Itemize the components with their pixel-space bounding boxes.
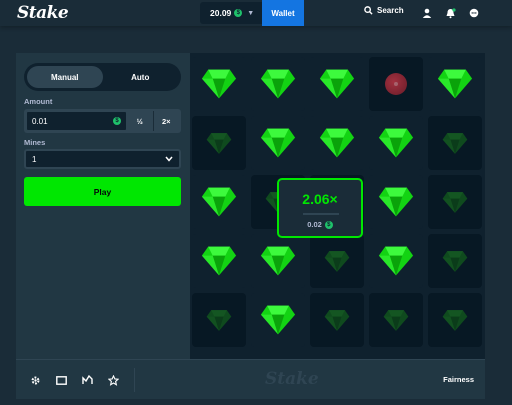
mine-tile[interactable] [428, 57, 482, 111]
star-icon[interactable] [106, 373, 120, 387]
mines-select[interactable]: 1 [24, 149, 181, 169]
gem-icon [442, 309, 468, 331]
theatre-icon[interactable] [54, 373, 68, 387]
gem-icon [260, 128, 296, 158]
mine-tile[interactable] [369, 57, 423, 111]
chevron-down-icon [165, 156, 173, 162]
gem-icon [260, 305, 296, 335]
search-label: Search [377, 6, 404, 15]
gem-icon [437, 69, 473, 99]
double-button[interactable]: 2× [154, 111, 180, 131]
mines-label: Mines [24, 138, 46, 147]
gem-icon [319, 128, 355, 158]
mine-tile[interactable] [310, 57, 364, 111]
gem-icon [260, 246, 296, 276]
amount-row: 0.01 $ ½ 2× [24, 109, 181, 133]
coin-icon: $ [234, 9, 243, 17]
balance-selector[interactable]: 20.09 $ ▼ [200, 2, 262, 24]
mine-tile[interactable] [369, 293, 423, 347]
mine-tile[interactable] [192, 293, 246, 347]
fairness-link[interactable]: Fairness [443, 375, 474, 384]
mine-tile[interactable] [192, 175, 246, 229]
wallet-button[interactable]: Wallet [262, 0, 304, 26]
half-button[interactable]: ½ [127, 111, 154, 131]
game-footer: Stake Fairness [16, 359, 485, 399]
search-button[interactable]: Search [364, 6, 404, 15]
stats-icon[interactable] [80, 373, 94, 387]
payout-amount: 0.02 [307, 220, 322, 229]
mine-tile[interactable] [428, 293, 482, 347]
gem-icon [319, 69, 355, 99]
win-popup: 2.06× 0.02 $ [277, 178, 363, 238]
mine-tile[interactable] [369, 116, 423, 170]
game-panel: Manual Auto Amount 0.01 $ ½ 2× Mines 1 P… [16, 53, 485, 359]
gem-icon [206, 309, 232, 331]
mine-tile[interactable] [369, 175, 423, 229]
manual-tab[interactable]: Manual [27, 66, 103, 88]
play-button[interactable]: Play [24, 177, 181, 206]
footer-divider [134, 368, 135, 392]
gem-icon [378, 128, 414, 158]
gem-icon [378, 187, 414, 217]
gem-icon [442, 250, 468, 272]
stake-logo[interactable]: Stake [17, 3, 69, 23]
gem-icon [383, 309, 409, 331]
mine-tile[interactable] [310, 293, 364, 347]
mine-tile[interactable] [369, 234, 423, 288]
mode-toggle: Manual Auto [24, 63, 181, 91]
mine-tile[interactable] [251, 57, 305, 111]
mine-tile[interactable] [428, 234, 482, 288]
amount-label: Amount [24, 97, 53, 106]
coin-icon: $ [113, 117, 121, 125]
gem-icon [206, 132, 232, 154]
gem-icon [442, 191, 468, 213]
gem-icon [201, 69, 237, 99]
search-icon [364, 6, 373, 15]
gem-icon [442, 132, 468, 154]
gem-icon [378, 246, 414, 276]
auto-tab[interactable]: Auto [103, 66, 179, 88]
gem-icon [201, 187, 237, 217]
mine-tile[interactable] [192, 57, 246, 111]
amount-input[interactable]: 0.01 $ [26, 111, 127, 131]
user-icon[interactable] [421, 7, 433, 19]
mine-tile[interactable] [251, 116, 305, 170]
bet-controls: Manual Auto Amount 0.01 $ ½ 2× Mines 1 P… [16, 53, 188, 359]
mine-icon [385, 73, 407, 95]
top-bar: Stake 20.09 $ ▼ Wallet Search [0, 0, 512, 26]
mine-tile[interactable] [251, 234, 305, 288]
mine-tile[interactable] [192, 234, 246, 288]
chat-icon[interactable] [468, 7, 480, 19]
coin-icon: $ [324, 220, 333, 229]
chevron-down-icon: ▼ [247, 9, 255, 17]
mine-tile[interactable] [310, 234, 364, 288]
mine-tile[interactable] [192, 116, 246, 170]
gem-icon [201, 246, 237, 276]
mine-tile[interactable] [428, 116, 482, 170]
balance-amount: 20.09 [210, 8, 232, 18]
bell-icon[interactable] [444, 7, 456, 19]
mine-tile[interactable] [310, 116, 364, 170]
mines-value: 1 [32, 154, 37, 164]
win-multiplier: 2.06× [302, 191, 338, 207]
amount-value: 0.01 [32, 116, 48, 126]
gem-icon [324, 309, 350, 331]
win-payout: 0.02 $ [279, 220, 361, 229]
gear-icon[interactable] [28, 373, 42, 387]
footer-logo: Stake [265, 369, 319, 389]
mine-tile[interactable] [428, 175, 482, 229]
mine-tile[interactable] [251, 293, 305, 347]
gem-icon [260, 69, 296, 99]
divider [303, 213, 339, 215]
gem-icon [324, 250, 350, 272]
